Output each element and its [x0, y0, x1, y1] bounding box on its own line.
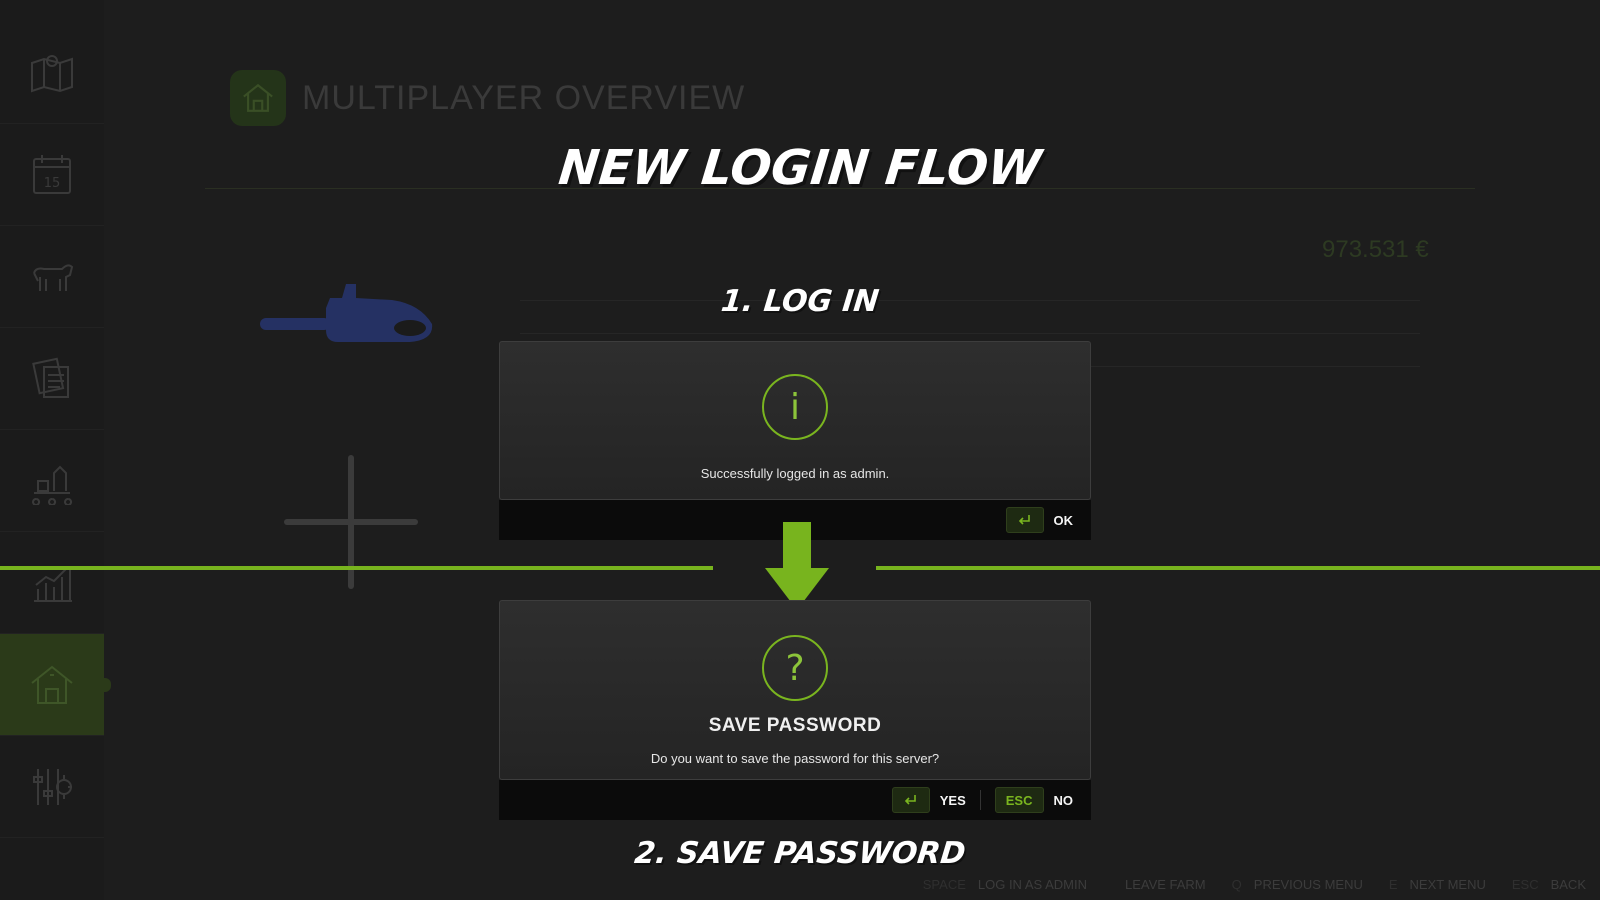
- yes-button[interactable]: YES: [891, 787, 966, 813]
- map-icon: [31, 54, 73, 92]
- documents-icon: [32, 357, 69, 398]
- sidebar-item-statistics[interactable]: [0, 532, 104, 634]
- step-2-label: 2. SAVE PASSWORD: [632, 836, 968, 871]
- farm-house-icon: [31, 665, 73, 704]
- dialog-footer: YES ESC NO: [499, 780, 1091, 820]
- sidebar: 15: [0, 0, 111, 900]
- sidebar-item-production[interactable]: [0, 430, 104, 532]
- esc-key-badge: ESC: [994, 787, 1044, 813]
- accent-line-left: [0, 566, 713, 570]
- sidebar-item-multiplayer[interactable]: [0, 634, 111, 736]
- background-header: MULTIPLAYER OVERVIEW: [230, 70, 745, 126]
- farm-house-icon: [230, 70, 286, 126]
- dialog-message: Successfully logged in as admin.: [700, 466, 890, 481]
- money-display: 973.531 €: [1322, 236, 1429, 263]
- accent-line-right: [876, 566, 1600, 570]
- hint-leave-farm[interactable]: LEAVE FARM: [1113, 877, 1206, 892]
- hint-back[interactable]: ESC BACK: [1512, 877, 1586, 892]
- yes-label: YES: [939, 792, 966, 808]
- hint-next-menu[interactable]: E NEXT MENU: [1389, 877, 1486, 892]
- headline: NEW LOGIN FLOW: [556, 140, 1044, 196]
- down-arrow-icon: [765, 522, 829, 610]
- save-password-dialog: ? SAVE PASSWORD Do you want to save the …: [499, 600, 1091, 820]
- ok-label: OK: [1053, 512, 1074, 528]
- no-button[interactable]: ESC NO: [994, 787, 1074, 813]
- hint-previous-menu[interactable]: Q PREVIOUS MENU: [1232, 877, 1363, 892]
- info-icon: i: [762, 374, 828, 440]
- no-label: NO: [1053, 792, 1074, 808]
- step-1-label: 1. LOG IN: [719, 284, 881, 319]
- active-tab-notch: [101, 678, 111, 692]
- ok-button[interactable]: OK: [1005, 507, 1074, 533]
- question-icon: ?: [762, 635, 828, 701]
- bottom-hint-bar: SPACE LOG IN AS ADMIN LEAVE FARM Q PREVIOU…: [923, 877, 1586, 892]
- divider: [520, 333, 1420, 334]
- dialog-body: i Successfully logged in as admin.: [499, 341, 1091, 500]
- sidebar-item-map[interactable]: [0, 22, 104, 124]
- dialog-message: Do you want to save the password for thi…: [650, 751, 940, 766]
- production-icon: [32, 465, 73, 505]
- dialog-title: SAVE PASSWORD: [708, 715, 882, 736]
- login-success-dialog: i Successfully logged in as admin. OK: [499, 341, 1091, 540]
- hint-login-admin[interactable]: SPACE LOG IN AS ADMIN: [923, 877, 1087, 892]
- enter-key-icon: [1005, 507, 1044, 533]
- sidebar-item-contracts[interactable]: [0, 328, 104, 430]
- page-title: MULTIPLAYER OVERVIEW: [302, 78, 746, 117]
- settings-icon: [33, 768, 72, 805]
- dialog-body: ? SAVE PASSWORD Do you want to save the …: [499, 600, 1091, 780]
- button-separator: [979, 790, 981, 810]
- sidebar-item-settings[interactable]: [0, 736, 104, 838]
- enter-key-icon: [891, 787, 930, 813]
